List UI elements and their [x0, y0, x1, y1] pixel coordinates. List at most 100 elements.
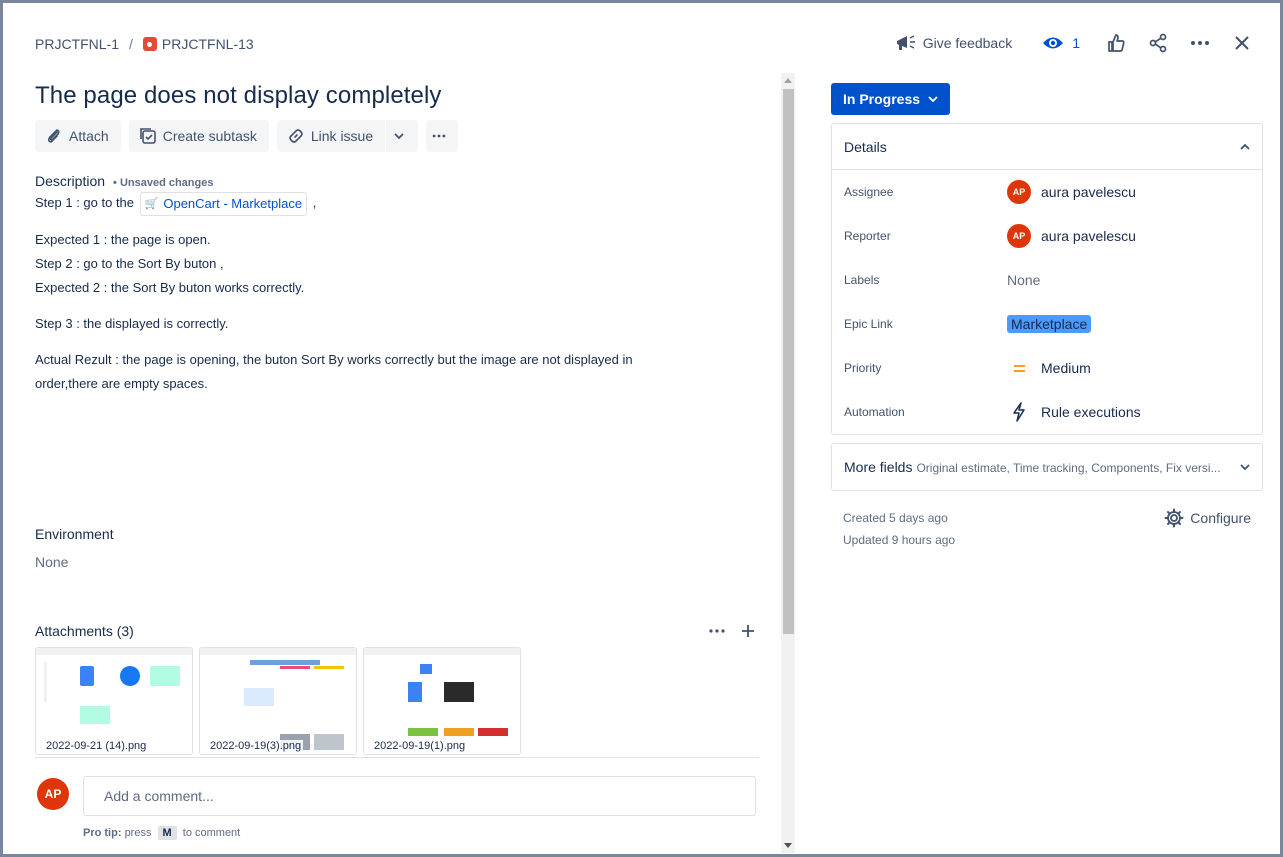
breadcrumb-issue-link[interactable]: PRJCTFNL-13	[162, 36, 254, 52]
share-icon	[1149, 33, 1167, 53]
status-dropdown[interactable]: In Progress	[831, 83, 951, 115]
more-horizontal-icon[interactable]	[709, 628, 725, 634]
environment-value[interactable]: None	[35, 554, 114, 570]
scrollbar-thumb[interactable]	[783, 89, 794, 634]
more-fields-summary: Original estimate, Time tracking, Compon…	[916, 461, 1221, 475]
configure-button[interactable]: Configure	[1164, 507, 1251, 529]
attachments-section: Attachments (3) 2022-09-21 (14).png 2022…	[35, 623, 759, 758]
field-epic-link: Epic Link Marketplace	[832, 302, 1262, 346]
more-actions-button[interactable]	[1188, 31, 1212, 55]
created-date: Created 5 days ago	[843, 511, 948, 525]
comment-input[interactable]: Add a comment...	[83, 776, 756, 816]
breadcrumb-separator: /	[129, 36, 133, 52]
reporter-name: aura pavelescu	[1041, 228, 1136, 244]
more-fields-panel[interactable]: More fields Original estimate, Time trac…	[831, 443, 1263, 491]
attachments-thumbnails: 2022-09-21 (14).png 2022-09-19(3).png 20…	[35, 647, 759, 755]
field-label: Labels	[844, 273, 880, 287]
header-actions: Give feedback 1	[895, 31, 1254, 55]
scroll-up-arrow-icon[interactable]	[784, 78, 792, 83]
reporter-value[interactable]: AP aura pavelescu	[1007, 224, 1136, 248]
link-issue-button[interactable]: Link issue	[276, 120, 386, 152]
expected1-text: Expected 1 : the page is open.	[35, 231, 211, 247]
attachment-thumbnail[interactable]: 2022-09-19(1).png	[363, 647, 521, 755]
environment-heading: Environment	[35, 526, 114, 542]
description-step3: Step 3 : the displayed is correctly.	[35, 315, 229, 331]
expected2-text: Expected 2 : the Sort By buton works cor…	[35, 279, 305, 295]
eye-icon	[1043, 37, 1064, 49]
configure-label: Configure	[1190, 510, 1251, 526]
shortcut-key: M	[157, 826, 177, 840]
paperclip-icon	[47, 129, 60, 143]
details-panel: Details Assignee AP aura pavelescu Repor…	[831, 123, 1263, 435]
create-subtask-button[interactable]: Create subtask	[128, 120, 269, 152]
share-button[interactable]	[1146, 31, 1170, 55]
field-labels: Labels None	[832, 258, 1262, 302]
pro-tip-label: Pro tip:	[83, 827, 122, 839]
scroll-down-arrow-icon[interactable]	[784, 843, 792, 848]
avatar: AP	[1007, 224, 1031, 248]
field-label: Automation	[844, 405, 905, 419]
breadcrumb: PRJCTFNL-1 / PRJCTFNL-13	[35, 36, 254, 52]
chevron-up-icon	[1240, 143, 1250, 150]
field-label: Assignee	[844, 185, 894, 199]
pro-tip-text: press	[124, 827, 152, 839]
chevron-down-icon	[394, 133, 404, 139]
details-header[interactable]: Details	[832, 124, 1262, 170]
subtask-icon	[139, 128, 156, 144]
toolbar-more-button[interactable]	[426, 120, 459, 152]
issue-title[interactable]: The page does not display completely	[35, 82, 765, 110]
attachments-divider	[35, 757, 759, 758]
attachment-thumbnail[interactable]: 2022-09-21 (14).png	[35, 647, 193, 755]
issue-sidebar: In Progress Details Assignee AP aura pav…	[831, 83, 1263, 551]
assignee-name: aura pavelescu	[1041, 184, 1136, 200]
main-scrollbar[interactable]	[781, 73, 795, 853]
attachments-header: Attachments (3)	[35, 623, 759, 639]
step1-text: Step 1 : go to the	[35, 195, 135, 210]
close-icon	[1235, 36, 1249, 50]
smart-link-label: OpenCart - Marketplace	[163, 195, 303, 211]
breadcrumb-parent-link[interactable]: PRJCTFNL-1	[35, 36, 119, 52]
attach-button[interactable]: Attach	[35, 120, 121, 152]
field-reporter: Reporter AP aura pavelescu	[832, 214, 1262, 258]
avatar: AP	[1007, 180, 1031, 204]
attachment-thumbnail[interactable]: 2022-09-19(3).png	[199, 647, 357, 755]
watch-button[interactable]: 1	[1042, 35, 1080, 51]
attach-label: Attach	[69, 128, 109, 144]
description-block-2: Expected 1 : the page is open. Step 2 : …	[35, 228, 765, 300]
attachment-filename: 2022-09-19(1).png	[372, 740, 468, 752]
epic-link-value[interactable]: Marketplace	[1007, 315, 1092, 333]
link-icon	[289, 129, 303, 143]
gear-icon	[1164, 508, 1184, 528]
description-heading-row: Description • Unsaved changes	[35, 173, 765, 189]
add-attachment-icon[interactable]	[741, 624, 755, 638]
avatar: AP	[37, 778, 69, 810]
opencart-smart-link[interactable]: 🛒 OpenCart - Marketplace	[139, 191, 308, 216]
assignee-value[interactable]: AP aura pavelescu	[1007, 180, 1136, 204]
description-heading: Description	[35, 173, 106, 189]
field-automation: Automation Rule executions	[832, 390, 1262, 434]
priority-value[interactable]: Medium	[1007, 360, 1091, 376]
watchers-count: 1	[1072, 35, 1080, 51]
issue-toolbar: Attach Create subtask Link issue	[35, 120, 765, 152]
close-button[interactable]	[1230, 31, 1254, 55]
link-issue-dropdown[interactable]	[386, 120, 419, 152]
attachments-tools	[709, 624, 759, 638]
labels-value[interactable]: None	[1007, 272, 1040, 288]
link-issue-label: Link issue	[310, 128, 374, 144]
issue-main-column: The page does not display completely Att…	[35, 73, 765, 854]
unsaved-changes-indicator: • Unsaved changes	[113, 177, 214, 189]
vote-button[interactable]	[1104, 31, 1128, 55]
description-body[interactable]: Step 1 : go to the 🛒 OpenCart - Marketpla…	[35, 191, 765, 396]
field-label: Priority	[844, 361, 882, 375]
priority-label: Medium	[1041, 360, 1091, 376]
give-feedback-button[interactable]: Give feedback	[895, 34, 1012, 52]
field-assignee: Assignee AP aura pavelescu	[832, 170, 1262, 214]
megaphone-icon	[896, 35, 915, 50]
issue-dates: Created 5 days ago Updated 9 hours ago	[843, 507, 955, 551]
screenshot-preview	[36, 648, 192, 754]
pro-tip: Pro tip: press M to comment	[83, 826, 240, 840]
automation-value[interactable]: Rule executions	[1007, 402, 1141, 422]
create-subtask-label: Create subtask	[162, 128, 257, 144]
more-horizontal-icon	[1191, 41, 1209, 45]
step2-text: Step 2 : go to the Sort By buton ,	[35, 255, 224, 271]
